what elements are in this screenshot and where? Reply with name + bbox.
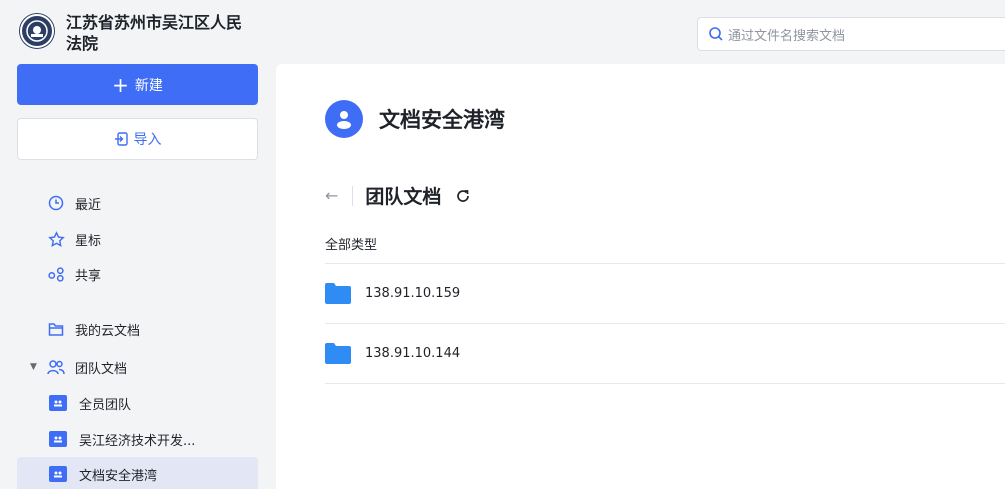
search-placeholder: 通过文件名搜索文档 [728,28,846,44]
team-avatar-icon [325,100,363,138]
main-panel: 文档安全港湾 ← 团队文档 全部类型 138.91.10.159 138.91.… [276,64,1005,489]
sidebar-item-label: 全员团队 [79,397,132,413]
sidebar-item-label: 我的云文档 [75,323,141,339]
sidebar: 江苏省苏州市吴江区人民法院 + 新建 导入 最近 星标 共享 我的云文档 ▼ 团… [0,0,272,489]
folder-icon [325,343,351,364]
refresh-icon[interactable] [455,188,471,204]
team-icon [47,358,65,376]
sidebar-item-label: 共享 [75,268,102,284]
sidebar-item-team-docs[interactable]: ▼ 团队文档 [17,350,258,384]
org-name: 江苏省苏州市吴江区人民法院 [66,13,243,53]
type-filter[interactable]: 全部类型 [325,234,377,253]
page-title: 文档安全港湾 [379,108,505,132]
court-emblem-icon [20,14,54,48]
new-button[interactable]: + 新建 [17,64,258,105]
sidebar-item-label: 星标 [75,233,102,249]
team-folder-icon [49,466,67,482]
search-icon [709,27,723,41]
space-header: 文档安全港湾 [325,100,505,138]
sidebar-item-label: 文档安全港湾 [79,468,158,484]
sidebar-item-team-wujiang[interactable]: 吴江经济技术开发... [17,422,258,456]
file-name: 138.91.10.159 [365,286,461,301]
share-icon [47,265,65,283]
import-icon [114,132,128,146]
file-row[interactable]: 138.91.10.159 [325,263,1005,323]
file-name: 138.91.10.144 [365,346,461,361]
sidebar-item-team-all[interactable]: 全员团队 [17,386,258,420]
sidebar-item-label: 最近 [75,197,102,213]
divider [352,185,354,206]
sidebar-item-shared[interactable]: 共享 [17,257,258,291]
folder-outline-icon [47,320,65,338]
back-arrow-icon[interactable]: ← [325,186,338,205]
team-folder-icon [49,431,67,447]
sidebar-item-label: 团队文档 [75,361,128,377]
folder-icon [325,283,351,304]
star-icon [47,230,65,248]
clock-icon [47,194,65,212]
sidebar-item-my-cloud-docs[interactable]: 我的云文档 [17,312,258,346]
team-folder-icon [49,395,67,411]
import-button[interactable]: 导入 [17,118,258,160]
sidebar-item-starred[interactable]: 星标 [17,222,258,256]
breadcrumb-title: 团队文档 [365,186,442,208]
breadcrumb: ← 团队文档 [325,182,471,209]
import-button-label: 导入 [133,132,162,148]
caret-down-icon[interactable]: ▼ [30,362,37,372]
sidebar-item-label: 吴江经济技术开发... [79,433,196,449]
new-button-label: 新建 [134,77,163,94]
search-input[interactable]: 通过文件名搜索文档 [697,17,1005,51]
sidebar-item-recent[interactable]: 最近 [17,186,258,220]
list-divider [325,383,1005,384]
plus-icon: + [112,72,129,97]
file-row[interactable]: 138.91.10.144 [325,323,1005,383]
sidebar-item-team-safe-harbor[interactable]: 文档安全港湾 [17,457,258,489]
org-header: 江苏省苏州市吴江区人民法院 [20,12,246,54]
